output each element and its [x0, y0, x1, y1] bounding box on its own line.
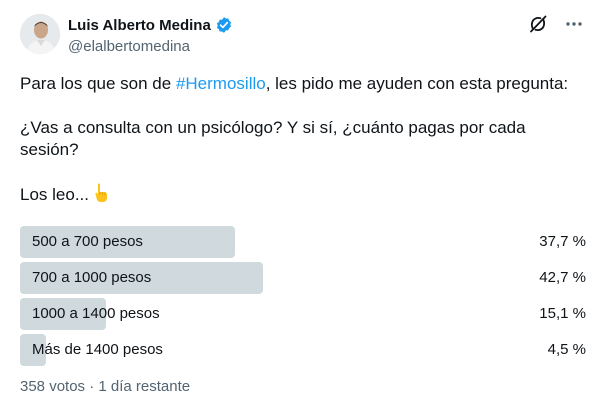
poll-footer: 358 votos · 1 día restante: [20, 378, 190, 395]
poll: 500 a 700 pesos 37,7 % 700 a 1000 pesos …: [20, 226, 586, 370]
tweet-line-2: ¿Vas a consulta con un psicólogo? Y si s…: [20, 118, 526, 159]
header-actions: [512, 14, 584, 34]
tweet-text: Para los que son de #Hermosillo, les pid…: [20, 73, 578, 209]
verified-badge-icon: [215, 16, 233, 34]
poll-option-percent: 4,5 %: [547, 341, 586, 358]
tweet-line-1: Para los que son de #Hermosillo, les pid…: [20, 73, 578, 95]
poll-option[interactable]: 700 a 1000 pesos 42,7 %: [20, 262, 586, 294]
hashtag-link[interactable]: #Hermosillo: [176, 74, 266, 93]
poll-option-label: 700 a 1000 pesos: [32, 269, 152, 286]
tweet-text-part: Los leo...: [20, 185, 89, 204]
poll-option-percent: 37,7 %: [539, 233, 586, 250]
poll-option-label: 1000 a 1400 pesos: [32, 305, 160, 322]
author-names: Luis Alberto Medina @elalbertomedina: [68, 15, 233, 55]
more-icon[interactable]: [564, 14, 584, 34]
grok-icon[interactable]: [528, 14, 548, 34]
poll-option[interactable]: 500 a 700 pesos 37,7 %: [20, 226, 586, 258]
poll-option-label: 500 a 700 pesos: [32, 233, 143, 250]
tweet-text-part: , les pido me ayuden con esta pregunta:: [265, 74, 569, 93]
poll-option-percent: 42,7 %: [539, 269, 586, 286]
poll-option[interactable]: Más de 1400 pesos 4,5 %: [20, 334, 586, 366]
tweet-line-3: Los leo...: [20, 183, 578, 209]
display-name[interactable]: Luis Alberto Medina: [68, 17, 211, 34]
avatar[interactable]: [20, 14, 60, 54]
poll-option-label: Más de 1400 pesos: [32, 341, 163, 358]
poll-time-left: 1 día restante: [98, 378, 191, 395]
poll-option[interactable]: 1000 a 1400 pesos 15,1 %: [20, 298, 586, 330]
avatar-image: [20, 14, 60, 54]
poll-separator: ·: [89, 378, 95, 395]
handle[interactable]: @elalbertomedina: [68, 38, 233, 55]
tweet-text-part: Para los que son de: [20, 74, 176, 93]
point-down-emoji: [92, 183, 110, 209]
poll-votes: 358 votos: [20, 378, 86, 395]
tweet-header: Luis Alberto Medina @elalbertomedina: [20, 14, 584, 58]
poll-option-percent: 15,1 %: [539, 305, 586, 322]
